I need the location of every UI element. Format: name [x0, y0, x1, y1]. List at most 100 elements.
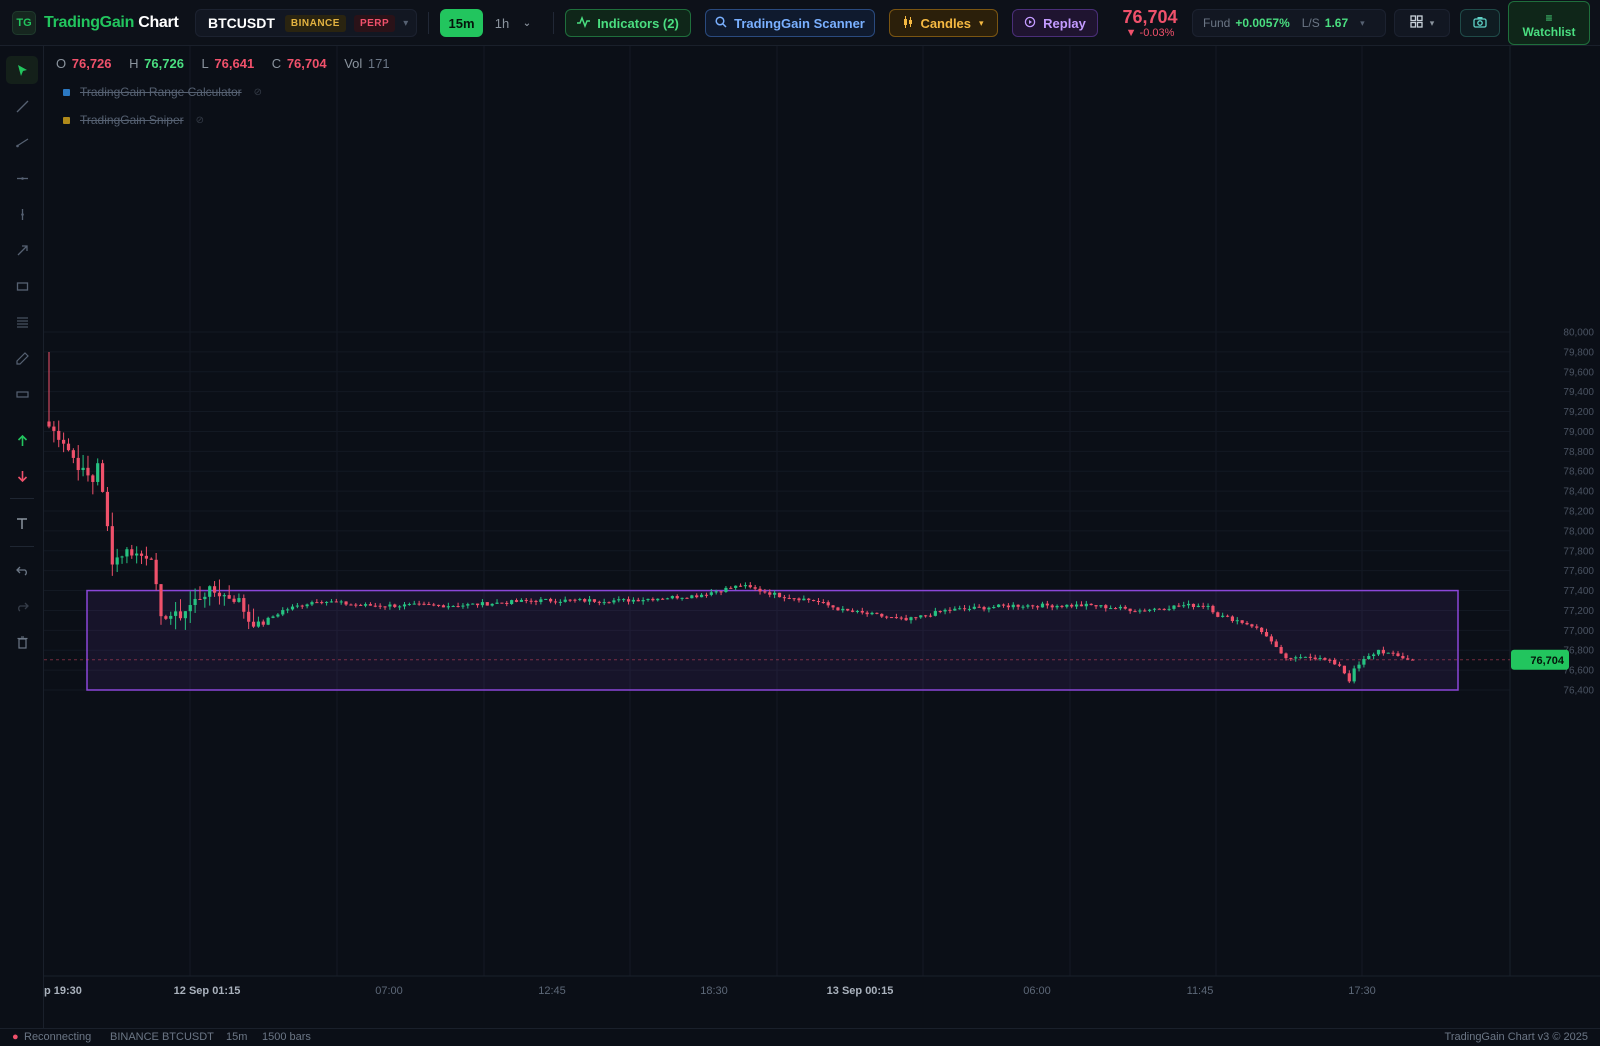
candle-body [276, 614, 280, 617]
candle-body [466, 604, 470, 606]
indicator-legend-sniper[interactable]: TradingGain Sniper ⊘ [63, 113, 204, 127]
rectangle-icon[interactable] [6, 272, 38, 300]
candle-body [928, 615, 933, 617]
candle-body [329, 601, 334, 603]
replay-button[interactable]: Replay [1012, 9, 1098, 37]
candle-body [227, 595, 231, 599]
app-logo[interactable]: TG TradingGain Chart [12, 10, 179, 36]
candle-body [1367, 656, 1371, 660]
candle-body [670, 596, 674, 599]
candle-body [1152, 608, 1157, 610]
indicators-button[interactable]: Indicators (2) [565, 9, 691, 37]
candle-body [139, 553, 144, 556]
last-price-ticker: 76,704 ▼ -0.03% [1120, 7, 1180, 40]
candle-body [290, 606, 295, 610]
candle-body [1143, 610, 1147, 612]
price-chart[interactable]: 80,000 79,800 79,600 79,400 79,200 79,000 78,8… [44, 46, 1600, 1028]
candle-body [256, 621, 261, 627]
candle-body [178, 611, 183, 619]
candle-body [1230, 616, 1235, 622]
candle-body [149, 558, 153, 560]
scanner-button[interactable]: TradingGain Scanner [705, 9, 875, 37]
vertical-line-icon[interactable] [6, 200, 38, 228]
candle-body [977, 606, 981, 608]
candle-body [583, 599, 587, 602]
price-tick-label: 79,600 [1563, 367, 1594, 378]
brush-icon[interactable] [6, 344, 38, 372]
candle-body [1333, 659, 1337, 665]
watchlist-button[interactable]: ≡ Watchlist [1508, 1, 1590, 45]
timeframe-dropdown-icon[interactable]: ⌄ [516, 9, 538, 37]
candle-body [271, 616, 275, 618]
symbol-selector[interactable]: BTCUSDT BINANCE PERP ▾ [195, 9, 417, 37]
cursor-icon[interactable] [6, 56, 38, 84]
candle-body [339, 601, 343, 603]
chart-type-dropdown[interactable]: Candles ▾ [889, 9, 998, 37]
text-icon[interactable] [6, 509, 38, 537]
trash-icon[interactable] [6, 628, 38, 656]
candle-body [193, 598, 197, 606]
contract-type-badge: PERP [353, 14, 396, 32]
candle-body [427, 604, 431, 606]
eye-hidden-icon[interactable]: ⊘ [254, 87, 262, 98]
candle-body [1138, 610, 1142, 612]
arrow-icon[interactable] [6, 236, 38, 264]
candle-body [480, 602, 485, 606]
candle-body [354, 604, 358, 606]
candle-body [76, 457, 80, 471]
low-label: L [201, 56, 209, 71]
candle-body [1026, 605, 1030, 607]
candle-body [1342, 665, 1347, 674]
layout-dropdown[interactable]: ▾ [1394, 9, 1450, 37]
ray-icon[interactable] [6, 128, 38, 156]
candle-body [972, 606, 976, 609]
candle-body [247, 611, 251, 622]
candle-body [1347, 673, 1351, 682]
candle-body [1099, 605, 1103, 607]
redo-icon[interactable] [6, 592, 38, 620]
candle-body [709, 592, 713, 595]
trendline-icon[interactable] [6, 92, 38, 120]
funding-dropdown[interactable]: Fund +0.0057% L/S 1.67 ▾ [1192, 9, 1386, 37]
candle-body [81, 467, 85, 471]
horizontal-line-icon[interactable] [6, 164, 38, 192]
candle-body [685, 597, 689, 599]
candles-icon [903, 15, 913, 31]
fib-icon[interactable] [6, 308, 38, 336]
candle-body [217, 592, 222, 597]
candle-body [359, 604, 363, 606]
candle-body [222, 595, 226, 597]
timeframe-1h-button[interactable]: 1h [491, 9, 513, 37]
timeframe-15m-button[interactable]: 15m [440, 9, 483, 37]
price-tick-label: 77,000 [1563, 626, 1594, 637]
candle-body [1016, 604, 1020, 607]
connection-status-dot: ● [12, 1031, 19, 1043]
candle-body [914, 617, 918, 619]
long-position-icon[interactable] [6, 426, 38, 454]
candle-body [792, 598, 796, 600]
candle-body [1128, 608, 1132, 612]
divider [10, 546, 34, 547]
price-tick-label: 78,200 [1563, 507, 1594, 518]
candle-body [690, 595, 694, 599]
candle-body [407, 604, 411, 606]
chart-area[interactable]: 80,000 79,800 79,600 79,400 79,200 79,000 78,8… [44, 46, 1600, 1028]
candle-body [1191, 603, 1196, 608]
candle-body [1376, 649, 1381, 655]
candle-body [889, 617, 894, 619]
candle-body [831, 605, 835, 608]
candle-body [875, 612, 879, 614]
undo-icon[interactable] [6, 556, 38, 584]
candle-body [748, 585, 752, 588]
candle-body [154, 559, 158, 585]
candle-body [183, 611, 187, 619]
candle-body [1045, 603, 1049, 606]
short-position-icon[interactable] [6, 462, 38, 490]
eye-hidden-icon[interactable]: ⊘ [196, 115, 204, 126]
screenshot-button[interactable] [1460, 9, 1500, 37]
candle-body [1089, 603, 1093, 606]
candle-body [665, 598, 670, 600]
ruler-icon[interactable] [6, 380, 38, 408]
indicator-legend-range-calculator[interactable]: TradingGain Range Calculator ⊘ [63, 85, 262, 99]
price-tick-label: 80,000 [1563, 328, 1594, 339]
